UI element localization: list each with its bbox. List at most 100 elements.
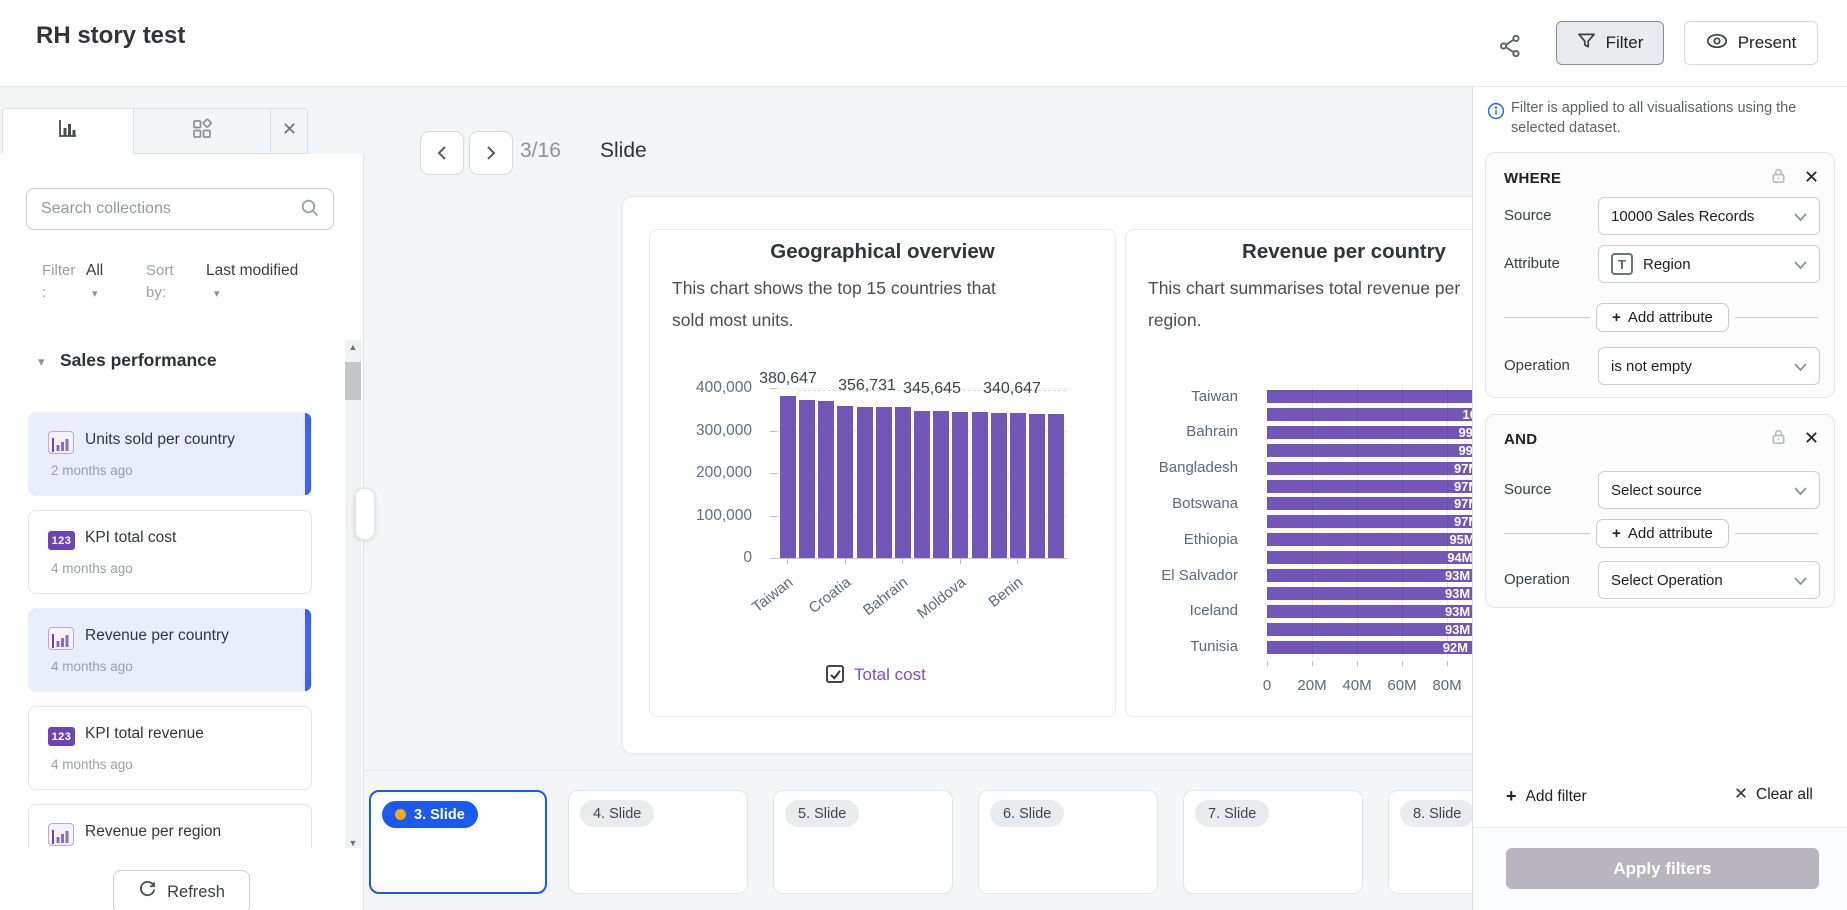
add-filter-label: Add filter	[1526, 788, 1587, 806]
chart2-subtitle-line1: This chart summarises total revenue per	[1148, 278, 1460, 299]
filter-row-label: Operation	[1504, 571, 1570, 588]
bar	[1048, 414, 1064, 558]
chart-item-icon	[48, 823, 74, 846]
present-button[interactable]: Present	[1684, 21, 1818, 65]
horizontal-bar: 93M	[1267, 605, 1476, 618]
sort-caret-icon[interactable]: ▾	[214, 287, 220, 300]
chart1-title: Geographical overview	[650, 240, 1115, 264]
plus-icon: +	[1506, 786, 1517, 807]
source-select[interactable]: 10000 Sales Records	[1598, 197, 1820, 235]
slide-thumbnail[interactable]: 7. Slide	[1183, 790, 1363, 894]
legend-checkbox[interactable]	[826, 665, 844, 683]
slide-canvas[interactable]: Geographical overview This chart shows t…	[622, 196, 1562, 754]
slide-thumbnail-badge: 7. Slide	[1195, 800, 1269, 827]
bar	[818, 401, 834, 558]
horizontal-bar: 93M	[1267, 587, 1476, 600]
horizontal-bar: 95M	[1267, 533, 1481, 546]
y-axis-label: 300,000	[650, 422, 752, 440]
app-screen: RH story test Filter Present	[0, 0, 1847, 910]
add-attribute-button[interactable]: +Add attribute	[1596, 519, 1729, 548]
operation-select[interactable]: Select Operation	[1598, 561, 1820, 599]
x-axis-label: 80M	[1424, 677, 1470, 694]
chart-item-icon	[48, 431, 74, 454]
slide-thumbnail[interactable]: 3. Slide	[369, 790, 547, 894]
slide-thumbnail-label: 6. Slide	[1003, 806, 1051, 822]
apply-filters-button[interactable]: Apply filters	[1506, 848, 1819, 889]
share-icon[interactable]	[1497, 33, 1523, 64]
source-select-value: 10000 Sales Records	[1611, 208, 1754, 225]
lock-icon[interactable]	[1770, 428, 1787, 451]
filter-card-where: WHERESource10000 Sales RecordsAttributeT…	[1485, 152, 1835, 398]
chart-item-icon	[48, 627, 74, 650]
slide-thumbnail-label: 4. Slide	[593, 806, 641, 822]
filter-button-label: Filter	[1606, 33, 1644, 53]
status-dot-icon	[395, 809, 406, 820]
divider-line	[1735, 533, 1818, 534]
collection-item[interactable]: 123KPI total revenue4 months ago	[28, 706, 312, 790]
collection-item-timestamp: 4 months ago	[51, 561, 133, 576]
slide-thumbnail[interactable]: 5. Slide	[773, 790, 953, 894]
bar	[952, 412, 968, 558]
slide-thumbnail[interactable]: 6. Slide	[978, 790, 1158, 894]
refresh-button[interactable]: Refresh	[113, 870, 250, 910]
header: RH story test Filter Present	[0, 0, 1847, 87]
sidebar-tabs	[2, 108, 308, 154]
sidebar-resize-handle[interactable]	[355, 488, 375, 540]
x-axis-label: 40M	[1334, 677, 1380, 694]
slide-thumbnail-label: 3. Slide	[414, 807, 465, 823]
x-axis-tick	[1357, 661, 1358, 666]
clear-all-link[interactable]: Clear all	[1735, 786, 1813, 804]
bar	[1029, 414, 1045, 558]
y-axis-label: 100,000	[650, 507, 752, 525]
slide-thumbnail[interactable]: 4. Slide	[568, 790, 748, 894]
sort-value[interactable]: Last modified	[206, 262, 298, 280]
filter-card-title: AND	[1504, 431, 1537, 448]
clear-icon	[1735, 786, 1747, 804]
chart-geographical-overview[interactable]: Geographical overview This chart shows t…	[649, 229, 1116, 717]
operation-select[interactable]: is not empty	[1598, 347, 1820, 385]
filter-caret-icon[interactable]: ▾	[92, 287, 98, 300]
page-title: RH story test	[36, 22, 185, 50]
filter-value[interactable]: All	[86, 262, 103, 280]
collection-item[interactable]: 123KPI total cost4 months ago	[28, 510, 312, 594]
source-select[interactable]: Select source	[1598, 471, 1820, 509]
info-icon	[1487, 102, 1505, 125]
search-input[interactable]	[26, 188, 334, 230]
slide-thumbnail-label: 5. Slide	[798, 806, 846, 822]
previous-slide-button[interactable]	[420, 131, 464, 175]
bar	[780, 396, 796, 558]
scroll-up-icon[interactable]: ▲	[345, 340, 361, 354]
collection-item-timestamp: 4 months ago	[51, 757, 133, 772]
filter-card-and: ANDSourceSelect source+Add attributeOper…	[1485, 414, 1835, 608]
bar-data-label: 340,647	[967, 380, 1057, 398]
legend-label[interactable]: Total cost	[854, 665, 926, 685]
remove-filter-icon[interactable]	[1805, 170, 1818, 188]
add-attribute-button[interactable]: +Add attribute	[1596, 303, 1729, 332]
slide-thumbnail-badge: 6. Slide	[990, 800, 1064, 827]
scrollbar-thumb[interactable]	[345, 362, 361, 400]
section-collapse-icon[interactable]: ▾	[38, 354, 45, 370]
remove-filter-icon[interactable]	[1805, 431, 1818, 449]
tab-visualisations[interactable]	[2, 108, 134, 154]
sidebar-close-button[interactable]	[271, 108, 308, 154]
tab-components[interactable]	[134, 108, 271, 154]
country-label: Taiwan	[1126, 388, 1238, 405]
attribute-select[interactable]: TRegion	[1598, 245, 1820, 283]
filter-button[interactable]: Filter	[1556, 21, 1664, 65]
next-slide-button[interactable]	[469, 131, 513, 175]
filter-panel: Filter is applied to all visualisations …	[1472, 86, 1847, 910]
y-axis-label: 200,000	[650, 464, 752, 482]
chart1-subtitle-line2: sold most units.	[672, 310, 794, 331]
lock-icon[interactable]	[1770, 167, 1787, 190]
horizontal-bar: 97M	[1267, 480, 1485, 493]
filter-row-label: Attribute	[1504, 255, 1560, 272]
sidebar-scrollbar[interactable]: ▲ ▼	[345, 340, 361, 850]
add-filter-link[interactable]: + Add filter	[1506, 786, 1587, 807]
collection-item[interactable]: Units sold per country2 months ago	[28, 412, 312, 496]
collection-item[interactable]: Revenue per country4 months ago	[28, 608, 312, 692]
x-axis-tick	[1267, 661, 1268, 666]
sort-label: Sort	[146, 262, 174, 279]
x-axis-tick	[1312, 661, 1313, 666]
bar	[933, 411, 949, 558]
x-axis-tick	[1447, 661, 1448, 666]
